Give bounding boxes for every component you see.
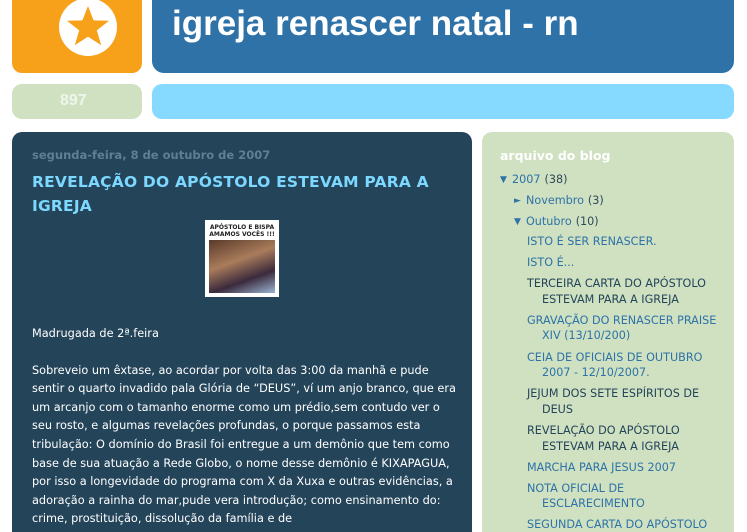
post-image[interactable]: APÓSTOLO E BISPA AMAMOS VOCÊS !!! [205,220,279,297]
collapse-toggle-icon[interactable]: ▼ [514,217,526,227]
logo-box [12,0,142,73]
archive-post-item: ISTO É... [527,255,730,271]
post-body: Madrugada de 2ª.feira Sobreveio um êxtas… [32,325,457,532]
archive-post-item: MARCHA PARA JESUS 2007 [527,460,730,476]
archive-post-link[interactable]: REVELAÇÃO DO APÓSTOLO ESTEVAM PARA A IGR… [527,424,680,453]
archive-month-count: (10) [575,215,599,228]
archive-post-item: TERCEIRA CARTA DO APÓSTOLO ESTEVAM PARA … [527,276,730,307]
archive-month-link[interactable]: Novembro [526,194,584,207]
archive-post-link[interactable]: ISTO É... [527,256,574,269]
archive-post-link[interactable]: JEJUM DOS SETE ESPÍRITOS DE DEUS [527,387,699,416]
post-paragraph: Madrugada de 2ª.feira [32,327,159,340]
star-icon [67,6,109,46]
blog-title[interactable]: igreja renascer natal - rn [172,4,579,44]
post-photo [209,240,275,293]
collapse-toggle-icon[interactable]: ▼ [500,175,512,185]
main-post-area: segunda-feira, 8 de outubro de 2007 REVE… [12,132,472,532]
archive-month-link[interactable]: Outubro [526,215,572,228]
archive-month-outubro: ▼ Outubro (10) [500,211,730,232]
archive-post-link[interactable]: MARCHA PARA JESUS 2007 [527,461,676,474]
post-paragraph: Sobreveio um êxtase, ao acordar por volt… [32,363,456,526]
archive-month-novembro: ► Novembro (3) [500,190,730,211]
visitor-counter-box: 897 [12,84,142,119]
post-image-caption: APÓSTOLO E BISPA AMAMOS VOCÊS !!! [209,224,275,238]
archive-post-link[interactable]: SEGUNDA CARTA DO APÓSTOLO [527,518,707,531]
archive-post-link[interactable]: TERCEIRA CARTA DO APÓSTOLO ESTEVAM PARA … [527,277,706,306]
post-title[interactable]: REVELAÇÃO DO APÓSTOLO ESTEVAM PARA A IGR… [32,170,452,218]
archive-post-link[interactable]: ISTO É SER RENASCER. [527,235,657,248]
archive-post-link[interactable]: NOTA OFICIAL DE ESCLARECIMENTO [527,482,645,511]
archive-post-link[interactable]: CEIA DE OFICIAIS DE OUTUBRO 2007 - 12/10… [527,351,702,380]
archive-year-link[interactable]: 2007 [512,173,540,186]
archive-post-link[interactable]: GRAVAÇÃO DO RENASCER PRAISE XIV (13/10/2… [527,314,716,343]
archive-post-item: NOTA OFICIAL DE ESCLARECIMENTO [527,481,730,512]
archive-post-item: SEGUNDA CARTA DO APÓSTOLO [527,517,730,532]
visitor-counter: 897 [60,92,87,109]
archive-year-2007: ▼ 2007 (38) [500,169,730,190]
blog-archive: ▼ 2007 (38) ► Novembro (3) ▼ Outubro (10… [500,169,730,532]
archive-post-item: JEJUM DOS SETE ESPÍRITOS DE DEUS [527,386,730,417]
expand-toggle-icon[interactable]: ► [514,196,526,206]
archive-post-item: REVELAÇÃO DO APÓSTOLO ESTEVAM PARA A IGR… [527,423,730,454]
logo-badge [59,0,117,56]
archive-title: arquivo do blog [500,148,611,163]
blog-description-bar [152,84,734,119]
archive-post-list: ISTO É SER RENASCER. ISTO É... TERCEIRA … [527,234,730,532]
archive-post-item: ISTO É SER RENASCER. [527,234,730,250]
sidebar: arquivo do blog ▼ 2007 (38) ► Novembro (… [482,132,734,532]
post-date: segunda-feira, 8 de outubro de 2007 [32,148,271,162]
archive-month-count: (3) [587,194,604,207]
archive-year-count: (38) [544,173,568,186]
archive-post-item: CEIA DE OFICIAIS DE OUTUBRO 2007 - 12/10… [527,350,730,381]
header-title-box: igreja renascer natal - rn [152,0,734,73]
archive-post-item: GRAVAÇÃO DO RENASCER PRAISE XIV (13/10/2… [527,313,730,344]
